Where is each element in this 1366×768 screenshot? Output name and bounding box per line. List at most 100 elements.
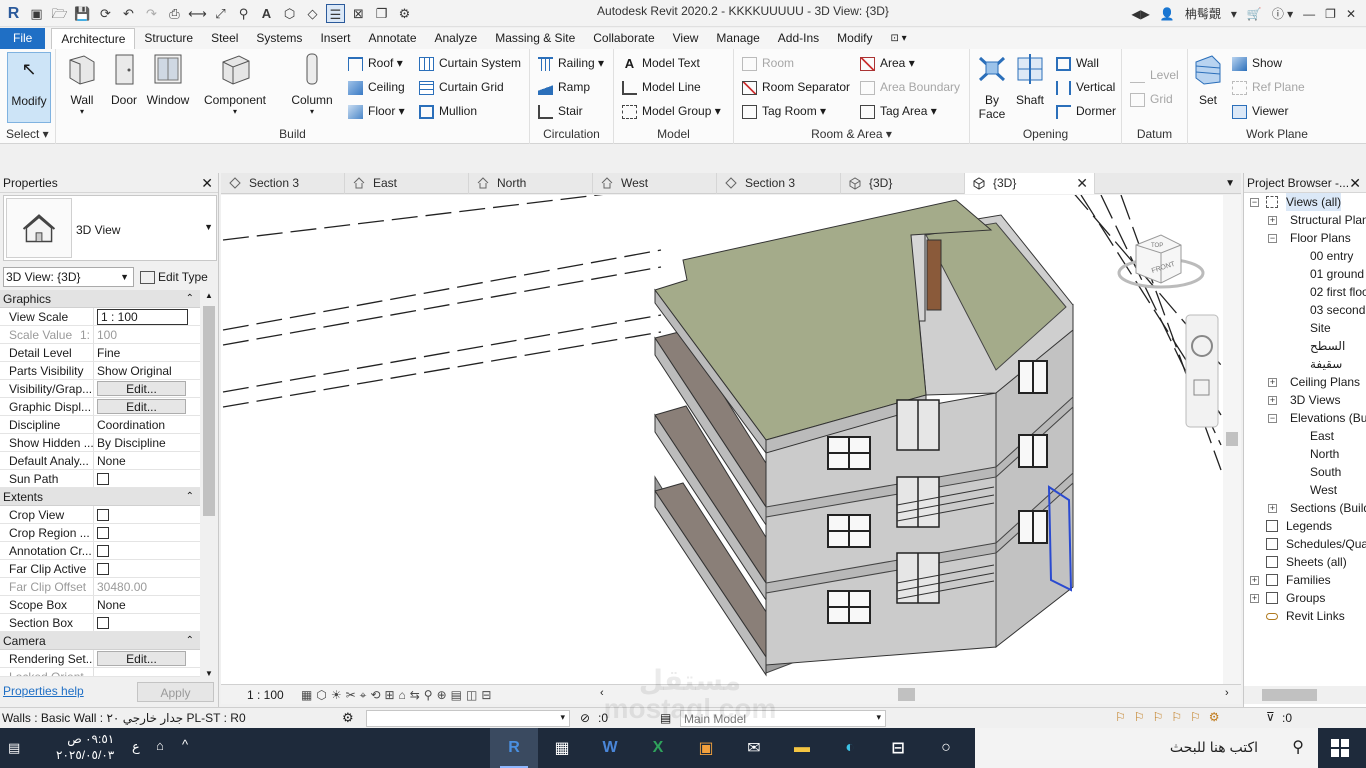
measure-icon[interactable]: ⟷	[188, 4, 207, 23]
room-area-panel-label[interactable]: Room & Area ▾	[734, 127, 969, 141]
tree-item[interactable]: 01 ground floor	[1244, 265, 1366, 283]
tab-east[interactable]: East	[345, 173, 469, 194]
expand-icon[interactable]: +	[1268, 378, 1277, 387]
prop-far-clip-active[interactable]: Far Clip Active	[0, 560, 200, 578]
apply-button[interactable]: Apply	[137, 682, 214, 702]
tree-legends[interactable]: Legends	[1244, 517, 1366, 535]
vertical-opening-button[interactable]: Vertical	[1056, 77, 1115, 97]
tab-3d-active[interactable]: {3D} ✕	[965, 173, 1095, 194]
room-button[interactable]: Room	[742, 53, 794, 73]
prop-visibility-graphics[interactable]: Visibility/Grap... Edit...	[0, 380, 200, 398]
show-button[interactable]: Show	[1232, 53, 1282, 73]
category-graphics[interactable]: Graphics ⌃	[0, 290, 200, 308]
windows-start-icon[interactable]	[1331, 739, 1349, 757]
close-icon[interactable]: ✕	[201, 173, 213, 193]
view-control-icons[interactable]: ▦⬡☀✂⌖⟲⊞⌂⇆⚲⊕▤◫⊟	[301, 688, 495, 703]
component-button[interactable]: Component ▾	[202, 52, 268, 116]
tab-collaborate[interactable]: Collaborate	[584, 28, 663, 49]
tab-insert[interactable]: Insert	[311, 28, 359, 49]
tree-item[interactable]: سقيفة	[1244, 355, 1366, 373]
view-instance-selector[interactable]: 3D View: {3D} ▼	[3, 267, 134, 287]
prop-sun-path[interactable]: Sun Path	[0, 470, 200, 488]
category-camera[interactable]: Camera ⌃	[0, 632, 200, 650]
horizontal-scroll-thumb[interactable]	[898, 688, 915, 701]
prop-graphic-display[interactable]: Graphic Displ... Edit...	[0, 398, 200, 416]
save-icon[interactable]: 💾	[73, 4, 92, 23]
scroll-right-icon[interactable]: ›	[1225, 687, 1229, 699]
area-boundary-button[interactable]: Area Boundary	[860, 77, 960, 97]
browser-horizontal-scrollbar[interactable]	[1244, 686, 1366, 704]
prop-rendering-settings[interactable]: Rendering Set... Edit...	[0, 650, 200, 668]
prop-scope-box[interactable]: Scope Box None	[0, 596, 200, 614]
user-icon[interactable]: 👤	[1160, 7, 1175, 21]
tree-ceiling-plans[interactable]: + Ceiling Plans	[1244, 373, 1366, 391]
model-text-button[interactable]: A Model Text	[622, 53, 700, 73]
area-button[interactable]: Area ▾	[860, 53, 915, 73]
sun-path-checkbox[interactable]	[97, 473, 109, 485]
tab-systems[interactable]: Systems	[247, 28, 311, 49]
close-icon[interactable]: ✕	[1349, 173, 1361, 193]
user-name[interactable]: 柟髩覿	[1185, 5, 1221, 22]
by-face-button[interactable]: By Face	[976, 52, 1008, 121]
print-icon[interactable]: ⎙	[165, 4, 184, 23]
expand-icon[interactable]: +	[1250, 594, 1259, 603]
tab-north[interactable]: North	[469, 173, 593, 194]
curtain-system-button[interactable]: Curtain System	[419, 53, 521, 73]
model-group-button[interactable]: Model Group ▾	[622, 101, 721, 121]
rendering-edit-button[interactable]: Edit...	[97, 651, 186, 666]
help-icon[interactable]: ⓘ ▾	[1272, 5, 1293, 22]
tab-massing-site[interactable]: Massing & Site	[486, 28, 584, 49]
editable-only-icon[interactable]: ⊘	[580, 711, 590, 725]
tag-area-button[interactable]: Tag Area ▾	[860, 101, 937, 121]
tab-analyze[interactable]: Analyze	[426, 28, 487, 49]
tab-add-ins[interactable]: Add-Ins	[769, 28, 828, 49]
tab-steel[interactable]: Steel	[202, 28, 247, 49]
expand-icon[interactable]: +	[1268, 396, 1277, 405]
excel-app-icon[interactable]: X	[634, 728, 682, 768]
switch-windows-icon[interactable]: ❐	[372, 4, 391, 23]
tree-item[interactable]: South	[1244, 463, 1366, 481]
redo-icon[interactable]: ↷	[142, 4, 161, 23]
ref-plane-button[interactable]: Ref Plane	[1232, 77, 1305, 97]
scroll-thumb[interactable]	[1262, 689, 1317, 701]
cortana-icon[interactable]: ○	[922, 728, 970, 768]
ceiling-button[interactable]: Ceiling	[348, 77, 405, 97]
workset-selector[interactable]: ▾	[366, 710, 570, 727]
set-button[interactable]: Set	[1192, 52, 1224, 107]
model-line-button[interactable]: Model Line	[622, 77, 701, 97]
selection-filter-icons[interactable]: ⚐⚐⚐⚐⚐⚙	[1115, 710, 1228, 724]
section-icon[interactable]: ◇	[303, 4, 322, 23]
tree-item[interactable]: 00 entry	[1244, 247, 1366, 265]
tabs-menu-icon[interactable]: ▼	[1225, 173, 1235, 194]
window-button[interactable]: Window	[146, 52, 190, 107]
prop-detail-level[interactable]: Detail Level Fine	[0, 344, 200, 362]
design-option-selector[interactable]: Main Model ▾	[680, 710, 886, 727]
tree-item[interactable]: السطح	[1244, 337, 1366, 355]
ribbon-options-icon[interactable]: ⊡ ▾	[882, 28, 916, 49]
tree-views-all[interactable]: − Views (all)	[1244, 193, 1366, 211]
prop-discipline[interactable]: Discipline Coordination	[0, 416, 200, 434]
scroll-down-icon[interactable]: ▼	[205, 669, 213, 678]
scroll-thumb[interactable]	[1226, 432, 1238, 446]
properties-help-link[interactable]: Properties help	[3, 684, 84, 698]
tab-section-3[interactable]: Section 3	[221, 173, 345, 194]
edit-type-button[interactable]: Edit Type	[140, 267, 208, 287]
navigation-bar[interactable]	[1185, 314, 1219, 428]
type-dropdown-icon[interactable]: ▼	[204, 222, 213, 232]
prop-annotation-crop[interactable]: Annotation Cr...	[0, 542, 200, 560]
expand-icon[interactable]: +	[1268, 504, 1277, 513]
network-icon[interactable]: ⌂	[156, 738, 164, 753]
open-icon[interactable]: 🗁	[50, 4, 69, 23]
room-separator-button[interactable]: Room Separator	[742, 77, 850, 97]
crop-view-checkbox[interactable]	[97, 509, 109, 521]
tree-sheets[interactable]: Sheets (all)	[1244, 553, 1366, 571]
word-app-icon[interactable]: W	[586, 728, 634, 768]
cart-icon[interactable]: 🛒	[1247, 7, 1262, 21]
info-arrows-icon[interactable]: ◀▶	[1131, 7, 1149, 21]
drawing-canvas[interactable]: TOP FRONT	[221, 195, 1241, 684]
tree-families[interactable]: + Families	[1244, 571, 1366, 589]
edge-browser-icon[interactable]: ◐	[826, 728, 874, 768]
expand-icon[interactable]: +	[1250, 576, 1259, 585]
type-selector[interactable]: 3D View ▼	[3, 195, 217, 261]
text-icon[interactable]: A	[257, 4, 276, 23]
